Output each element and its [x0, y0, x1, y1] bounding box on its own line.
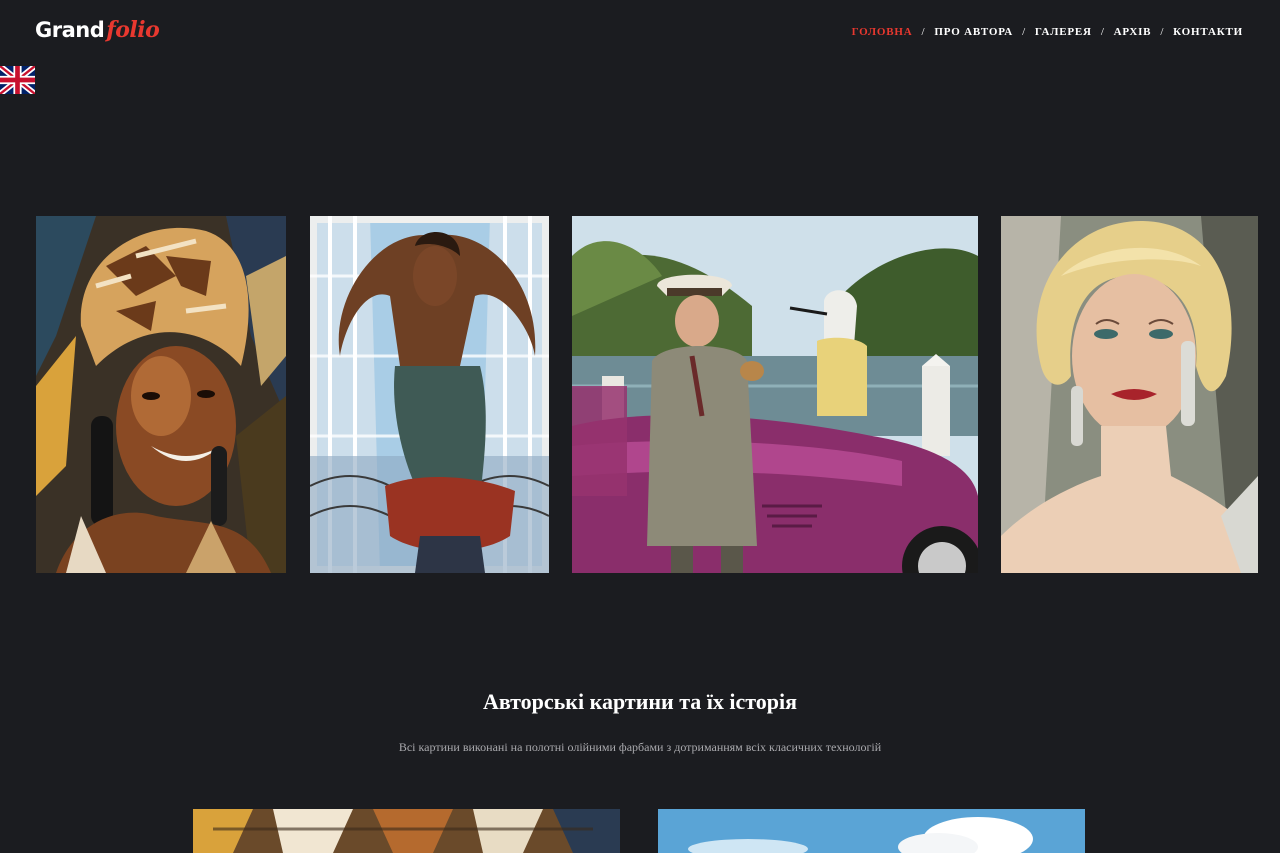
section-subtitle: Всі картини виконані на полотні олійними…: [398, 740, 882, 754]
nav-item-home[interactable]: Головна: [852, 26, 913, 38]
painting-woman-headwrap[interactable]: [36, 216, 286, 573]
uk-flag-icon[interactable]: [0, 63, 37, 97]
nav-item-archive[interactable]: Архів: [1114, 26, 1152, 38]
logo-folio-text: folio: [106, 17, 160, 43]
painting-couple-car[interactable]: [572, 216, 978, 573]
nav-separator: /: [1160, 26, 1165, 38]
painting-preview-left[interactable]: [193, 809, 620, 853]
nav-item-gallery[interactable]: Галерея: [1035, 26, 1092, 38]
nav-item-about[interactable]: Про автора: [934, 26, 1013, 38]
section-title: Авторські картини та їх історія: [482, 689, 798, 714]
nav-separator: /: [921, 26, 926, 38]
logo-grand-text: Grand: [35, 18, 105, 42]
page: Grand folio Головна / Про автора / Галер…: [0, 0, 1280, 853]
nav-item-contacts[interactable]: Контакти: [1173, 26, 1243, 38]
main-nav: Головна / Про автора / Галерея / Архів /…: [852, 26, 1243, 38]
site-logo[interactable]: Grand folio: [35, 17, 160, 43]
painting-woman-window[interactable]: [310, 216, 549, 573]
nav-separator: /: [1022, 26, 1026, 38]
painting-blonde-portrait[interactable]: [1001, 216, 1258, 573]
painting-preview-right[interactable]: [658, 809, 1085, 853]
nav-separator: /: [1100, 26, 1105, 38]
